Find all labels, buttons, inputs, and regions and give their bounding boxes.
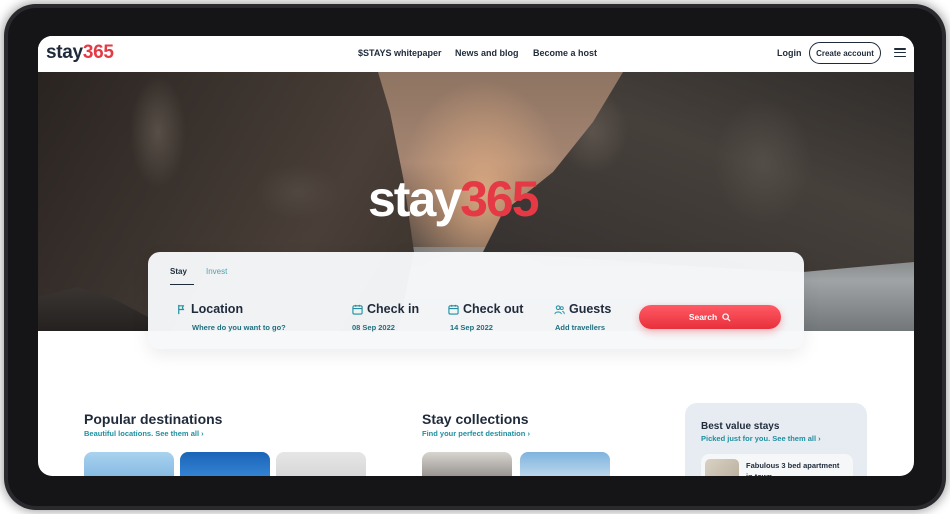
brand-logo[interactable]: stay365 <box>46 42 114 64</box>
check-in-value[interactable]: 08 Sep 2022 <box>352 323 395 332</box>
hamburger-menu-icon[interactable] <box>894 48 906 58</box>
popular-destinations-link[interactable]: Beautiful locations. See them all › <box>84 429 204 438</box>
guests-icon <box>554 304 565 314</box>
location-field-label[interactable]: Location <box>176 302 243 316</box>
search-button[interactable]: Search <box>639 305 781 329</box>
nav-link-news-blog[interactable]: News and blog <box>455 48 519 58</box>
active-tab-indicator <box>170 284 194 286</box>
nav-link-become-host[interactable]: Become a host <box>533 48 597 58</box>
collection-thumb-1[interactable] <box>422 452 512 476</box>
check-out-label: Check out <box>463 302 524 316</box>
calendar-icon <box>448 304 459 315</box>
stay-collections-link[interactable]: Find your perfect destination › <box>422 429 530 438</box>
chevron-right-icon: › <box>527 429 530 438</box>
logo-text-365: 365 <box>82 42 114 63</box>
guests-value[interactable]: Add travellers <box>555 323 605 332</box>
destination-thumb-2[interactable] <box>180 452 270 476</box>
tab-invest[interactable]: Invest <box>206 267 227 276</box>
top-nav: stay365 $STAYS whitepaper News and blog … <box>38 36 914 72</box>
login-link[interactable]: Login <box>777 48 802 58</box>
search-icon <box>722 312 731 322</box>
best-value-stays-panel: Best value stays Picked just for you. Se… <box>685 403 867 476</box>
tab-stay[interactable]: Stay <box>170 267 187 276</box>
location-label: Location <box>191 302 244 316</box>
guests-field-label[interactable]: Guests <box>554 302 611 316</box>
hero-logo-365: 365 <box>460 171 539 227</box>
best-value-link[interactable]: Picked just for you. See them all › <box>701 434 821 443</box>
best-link-text: Picked just for you. See them all <box>701 434 817 443</box>
nav-link-whitepaper[interactable]: $STAYS whitepaper <box>358 48 442 58</box>
popular-destinations-title: Popular destinations <box>84 411 223 427</box>
best-value-title: Best value stays <box>701 421 780 432</box>
check-in-field-label[interactable]: Check in <box>352 302 419 316</box>
best-value-item[interactable]: Fabulous 3 bed apartment in town <box>701 454 853 476</box>
check-out-value[interactable]: 14 Sep 2022 <box>450 323 493 332</box>
location-value[interactable]: Where do you want to go? <box>192 323 286 332</box>
location-pin-icon <box>178 304 185 314</box>
listing-thumbnail <box>705 459 739 476</box>
collection-thumb-2[interactable] <box>520 452 610 476</box>
hero-logo: stay365 <box>368 170 540 228</box>
check-out-field-label[interactable]: Check out <box>448 302 523 316</box>
search-card: Stay Invest Location Where do you want t… <box>148 252 804 349</box>
hero-logo-stay: stay <box>368 171 462 227</box>
check-in-label: Check in <box>367 302 420 316</box>
create-account-button[interactable]: Create account <box>809 42 881 64</box>
listing-title: Fabulous 3 bed apartment in town <box>746 461 840 476</box>
calendar-icon <box>352 304 363 315</box>
popular-link-text: Beautiful locations. See them all <box>84 429 200 438</box>
chevron-right-icon: › <box>201 429 204 438</box>
guests-label: Guests <box>569 302 612 316</box>
destination-thumb-1[interactable] <box>84 452 174 476</box>
destination-thumb-3[interactable] <box>276 452 366 476</box>
search-button-label: Search <box>688 312 718 322</box>
collections-link-text: Find your perfect destination <box>422 429 526 438</box>
stay-collections-title: Stay collections <box>422 411 529 427</box>
chevron-right-icon: › <box>818 434 821 443</box>
logo-text-stay: stay <box>46 42 83 63</box>
browser-window: stay365 $STAYS whitepaper News and blog … <box>38 36 914 476</box>
